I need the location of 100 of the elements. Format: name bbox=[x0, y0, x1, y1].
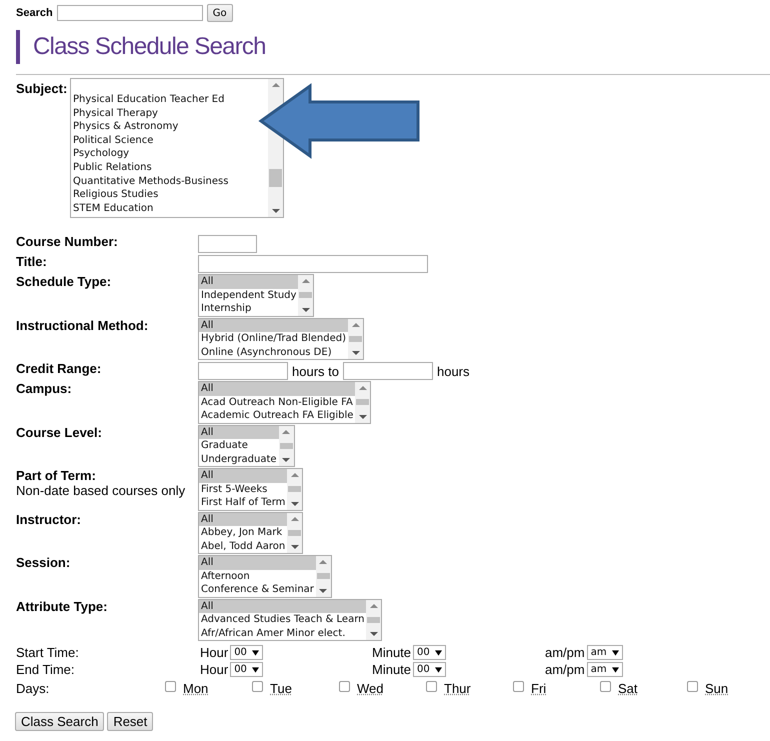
subject-option[interactable]: Physics & Astronomy bbox=[71, 120, 268, 134]
caret-icon bbox=[252, 666, 259, 672]
form-button[interactable]: Reset bbox=[107, 712, 154, 731]
search-label: Search bbox=[16, 7, 53, 19]
form-button[interactable]: Class Search bbox=[15, 712, 104, 731]
list-option[interactable]: Advanced Studies Teach & Learn bbox=[199, 613, 366, 626]
arrow-icon bbox=[258, 83, 422, 159]
listbox[interactable]: All Acad Outreach Non-Eligible FA Academic Outreach FA Eligible bbox=[198, 381, 372, 424]
day-checkbox[interactable] bbox=[687, 680, 698, 692]
text-field[interactable] bbox=[198, 235, 257, 253]
list-option[interactable]: All bbox=[199, 426, 279, 439]
listbox[interactable]: All Hybrid (Online/Trad Blended) Online (Asynchronous DE) bbox=[198, 318, 364, 360]
list-option[interactable]: Undergraduate bbox=[199, 452, 279, 466]
day-checkbox[interactable] bbox=[165, 680, 176, 692]
caret-icon bbox=[434, 666, 442, 672]
scrollbar[interactable] bbox=[355, 382, 370, 422]
list-option[interactable]: Acad Outreach Non-Eligible FA bbox=[199, 396, 356, 409]
scrollbar[interactable] bbox=[287, 469, 302, 510]
list-option[interactable]: Afr/African Amer Minor elect. bbox=[199, 626, 366, 640]
field-note: Non-date based courses only bbox=[16, 483, 186, 498]
scrollbar[interactable] bbox=[348, 318, 364, 359]
day-checkbox[interactable] bbox=[252, 680, 263, 692]
field-label: Credit Range: bbox=[16, 361, 102, 376]
hour-dropdown[interactable]: 00 bbox=[230, 662, 263, 677]
ampm-label: am/pm bbox=[545, 645, 585, 660]
list-option[interactable]: Afternoon bbox=[199, 570, 316, 583]
days-label: Days: bbox=[16, 680, 50, 696]
subject-option[interactable]: Political Science bbox=[71, 134, 268, 148]
list-option[interactable]: Online (Asynchronous DE) bbox=[199, 346, 348, 359]
list-option[interactable]: All bbox=[199, 318, 348, 332]
subject-option[interactable]: Quantitative Methods-Business bbox=[71, 174, 268, 188]
listbox[interactable]: All Abbey, Jon Mark Abel, Todd Aaron bbox=[198, 512, 304, 554]
list-option[interactable]: Independent Study bbox=[199, 288, 298, 302]
caret-icon bbox=[434, 650, 442, 656]
list-option[interactable]: All bbox=[199, 469, 288, 482]
scrollbar[interactable] bbox=[287, 512, 302, 553]
list-option[interactable]: All bbox=[199, 275, 298, 288]
list-option[interactable]: Abbey, Jon Mark bbox=[199, 526, 288, 540]
listbox[interactable]: All Independent Study Internship bbox=[198, 274, 314, 316]
minute-label: Minute bbox=[372, 645, 412, 660]
hour-dropdown[interactable]: 00 bbox=[230, 645, 263, 660]
subject-option[interactable]: Religious Studies bbox=[71, 188, 268, 202]
day-checkbox[interactable] bbox=[513, 680, 524, 692]
listbox[interactable]: All First 5-Weeks First Half of Term bbox=[198, 468, 304, 510]
hour-label: Hour bbox=[200, 662, 228, 677]
day-label: Sun bbox=[705, 680, 728, 696]
day-label: Thur bbox=[444, 680, 471, 696]
ampm-dropdown[interactable]: am bbox=[586, 662, 623, 677]
subject-option[interactable]: Physical Education Teacher Ed bbox=[71, 93, 268, 107]
subject-listbox[interactable]: Physical Education Teacher Ed Physical Therapy Physics & Astronomy Political Science Psychology Public Relations Quantitative Methods-Business Religious Studies STEM Education bbox=[70, 78, 284, 218]
list-option[interactable]: Academic Outreach FA Eligible bbox=[199, 409, 356, 422]
list-option[interactable]: All bbox=[199, 600, 366, 613]
hour-label: Hour bbox=[200, 645, 228, 660]
list-option[interactable]: Internship bbox=[199, 302, 298, 316]
caret-icon bbox=[612, 666, 619, 672]
minute-dropdown[interactable]: 00 bbox=[413, 645, 446, 660]
credit-min-field[interactable] bbox=[198, 362, 288, 380]
caret-icon bbox=[252, 650, 259, 656]
list-option[interactable]: All bbox=[199, 556, 316, 570]
listbox[interactable]: All Afternoon Conference & Seminar bbox=[198, 555, 332, 598]
subject-option[interactable]: STEM Education bbox=[71, 202, 268, 216]
range-text: hours to bbox=[292, 364, 339, 378]
go-button[interactable]: Go bbox=[206, 4, 233, 22]
subject-option[interactable]: Physical Therapy bbox=[71, 106, 268, 120]
list-option[interactable]: Conference & Seminar bbox=[199, 583, 316, 596]
list-option[interactable]: Hybrid (Online/Trad Blended) bbox=[199, 332, 348, 346]
listbox[interactable]: All Graduate Undergraduate bbox=[198, 424, 295, 467]
day-label: Mon bbox=[183, 680, 208, 696]
field-label: Session: bbox=[16, 555, 72, 570]
minute-dropdown[interactable]: 00 bbox=[413, 662, 446, 677]
ampm-label: am/pm bbox=[545, 662, 585, 677]
field-label: Campus: bbox=[16, 381, 73, 396]
minute-label: Minute bbox=[372, 662, 412, 677]
range-text: hours bbox=[436, 364, 470, 378]
field-label: Instructor: bbox=[16, 512, 82, 526]
list-option[interactable]: Abel, Todd Aaron bbox=[199, 540, 288, 553]
list-option[interactable]: All bbox=[199, 512, 288, 526]
scrollbar[interactable] bbox=[366, 600, 382, 640]
list-option[interactable]: All bbox=[199, 382, 356, 396]
listbox[interactable]: All Advanced Studies Teach & Learn Afr/African Amer Minor elect. bbox=[198, 598, 382, 641]
credit-max-field[interactable] bbox=[342, 362, 433, 380]
search-field[interactable] bbox=[56, 5, 203, 21]
day-label: Sat bbox=[618, 680, 638, 696]
ampm-dropdown[interactable]: am bbox=[586, 645, 623, 660]
scrollbar[interactable] bbox=[278, 426, 294, 466]
text-field[interactable] bbox=[198, 255, 428, 273]
scrollbar[interactable] bbox=[316, 556, 331, 596]
subject-option[interactable]: Psychology bbox=[71, 147, 268, 161]
list-option[interactable]: First Half of Term bbox=[199, 496, 288, 510]
scrollbar[interactable] bbox=[298, 275, 314, 316]
list-option[interactable]: First 5-Weeks bbox=[199, 482, 288, 496]
list-option[interactable]: Graduate bbox=[199, 439, 279, 452]
field-label: Attribute Type: bbox=[16, 598, 108, 614]
subject-option[interactable]: Public Relations bbox=[71, 160, 268, 175]
day-checkbox[interactable] bbox=[339, 680, 350, 692]
day-checkbox[interactable] bbox=[600, 680, 611, 692]
field-label: Course Number: bbox=[16, 234, 119, 249]
caret-icon bbox=[612, 650, 619, 656]
field-label: Course Level: bbox=[16, 424, 103, 440]
day-checkbox[interactable] bbox=[426, 680, 437, 692]
